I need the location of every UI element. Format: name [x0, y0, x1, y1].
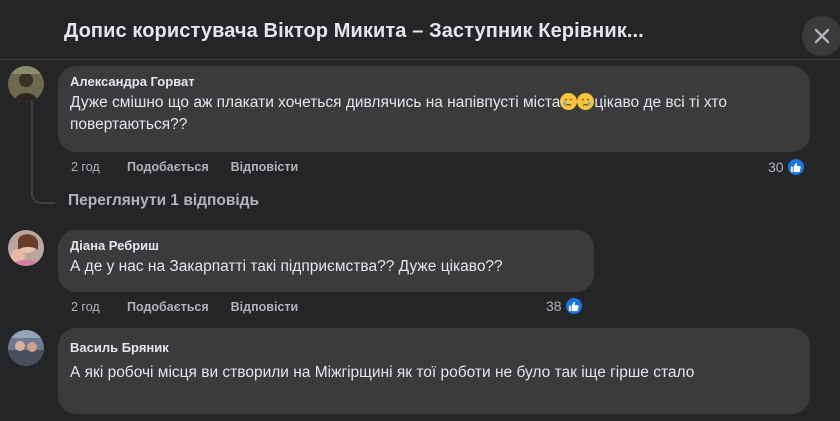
comment-bubble: Діана Ребриш А де у нас на Закарпатті та… [58, 230, 594, 292]
like-link[interactable]: Подобається [127, 300, 209, 314]
close-button[interactable] [802, 16, 840, 56]
reaction-count[interactable]: 38 [546, 296, 584, 316]
avatar[interactable] [8, 230, 44, 266]
comment-text: А які робочі місця ви створили на Міжгір… [70, 364, 695, 381]
reply-link[interactable]: Відповісти [231, 300, 299, 314]
avatar[interactable] [8, 66, 44, 102]
comment-bubble: Александра Горват Дуже смішно що аж плак… [58, 66, 810, 152]
thumbs-up-icon [785, 157, 806, 177]
comment-author[interactable]: Василь Бряник [70, 340, 798, 356]
thumbs-up-icon [563, 296, 584, 316]
comment-actions: 2 год Подобається Відповісти [71, 160, 320, 174]
comment-author[interactable]: Александра Горват [70, 74, 798, 90]
view-replies-link[interactable]: Переглянути 1 відповідь [68, 192, 259, 210]
comment-text: Дуже смішно що аж плакати хочеться дивля… [70, 92, 798, 136]
comment-text-part: Дуже смішно що аж плакати хочеться дивля… [70, 94, 561, 111]
post-title: Допис користувача Віктор Микита – Заступ… [64, 20, 644, 42]
reaction-number: 30 [768, 159, 784, 175]
avatar[interactable] [8, 330, 44, 366]
comment-actions: 2 год Подобається Відповісти [71, 300, 320, 314]
comment-bubble: Василь Бряник А які робочі місця ви ство… [58, 328, 810, 414]
reaction-count[interactable]: 30 [768, 157, 806, 177]
comment-author[interactable]: Діана Ребриш [70, 238, 582, 254]
reaction-number: 38 [546, 298, 562, 314]
reply-link[interactable]: Відповісти [231, 160, 299, 174]
crying-face-icon [577, 93, 595, 110]
close-icon [814, 28, 830, 44]
post-dialog-header: Допис користувача Віктор Микита – Заступ… [0, 0, 840, 60]
like-link[interactable]: Подобається [127, 160, 209, 174]
crying-face-icon [560, 93, 578, 110]
comment-time[interactable]: 2 год [71, 160, 127, 174]
comment-text: А де у нас на Закарпатті такі підприємст… [70, 258, 503, 275]
comment-time[interactable]: 2 год [71, 300, 127, 314]
